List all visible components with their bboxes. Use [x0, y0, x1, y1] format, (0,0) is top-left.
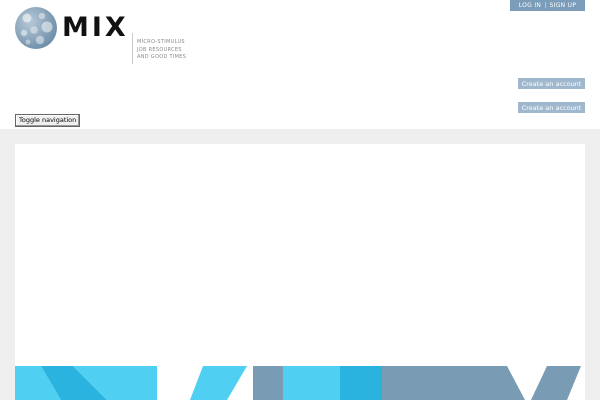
auth-bar: LOG IN | SIGN UP	[510, 0, 585, 11]
globe-logo-icon[interactable]	[14, 6, 58, 50]
signup-link[interactable]: SIGN UP	[550, 2, 577, 9]
hero-shape-i-cyan	[283, 366, 340, 400]
create-account-button-secondary[interactable]: Create an account	[518, 102, 585, 113]
hero-shape-x-right	[531, 366, 581, 400]
auth-separator: |	[544, 2, 547, 9]
hero-shape-i-steel	[253, 366, 283, 400]
page: LOG IN | SIGN UP MIX MICRO-STIMULUS JOB …	[0, 0, 600, 400]
create-account-button[interactable]: Create an account	[518, 78, 585, 89]
brand-name[interactable]: MIX	[62, 12, 129, 44]
hero-shape-m-peak	[190, 366, 247, 400]
content-panel	[15, 144, 585, 400]
hero-shape-x-steel	[382, 366, 525, 400]
tagline-line-3: AND GOOD TIMES	[137, 54, 187, 60]
tagline-divider	[132, 33, 133, 64]
tagline: MICRO-STIMULUS JOB RESOURCES AND GOOD TI…	[137, 39, 186, 62]
hero-shape-i-deep	[340, 366, 382, 400]
tagline-line-2: JOB RESOURCES	[137, 46, 182, 53]
hero-mix-graphic	[15, 366, 581, 400]
login-link[interactable]: LOG IN	[519, 2, 541, 9]
tagline-line-1: MICRO-STIMULUS	[137, 39, 185, 45]
toggle-navigation-button[interactable]: Toggle navigation	[15, 114, 81, 127]
